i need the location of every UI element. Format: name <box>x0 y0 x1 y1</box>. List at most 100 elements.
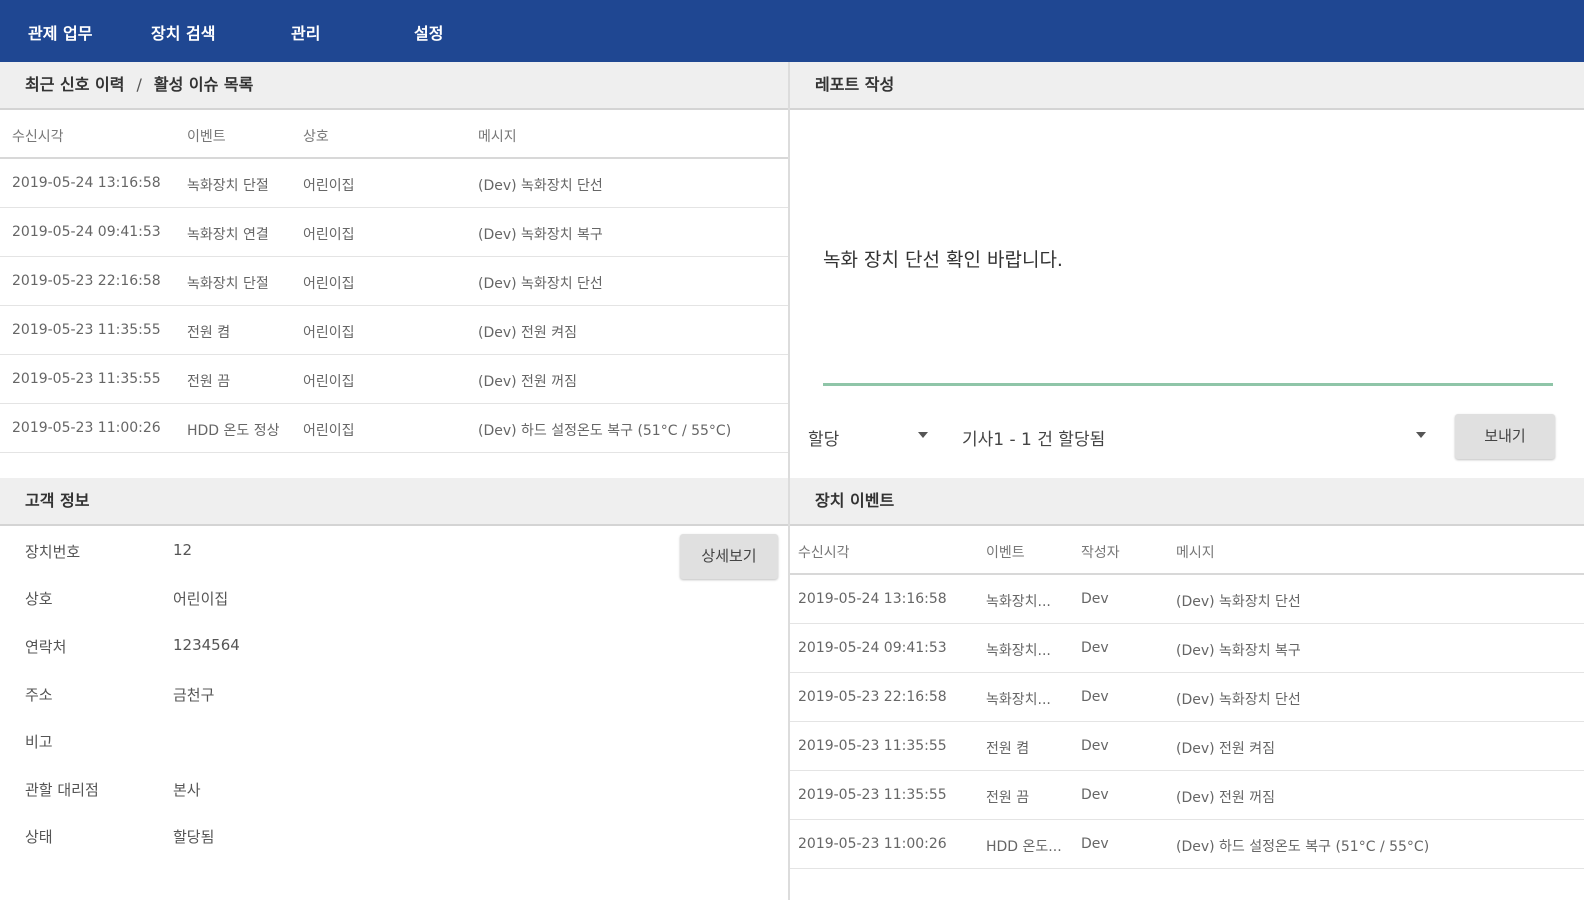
cell-event: 녹화장치... <box>986 692 1051 708</box>
device-events-table: 수신시각 이벤트 작성자 메시지 2019-05-24 13:16:58 녹화장… <box>790 526 1584 900</box>
cell-message: (Dev) 녹화장치 복구 <box>478 227 603 243</box>
cell-store: 어린이집 <box>303 423 355 439</box>
field-label-note: 비고 <box>25 733 53 751</box>
nav-item-management[interactable]: 관리 <box>291 20 320 44</box>
cell-author: Dev <box>1081 640 1109 656</box>
report-textarea[interactable]: 녹화 장치 단선 확인 바랍니다. <box>823 245 1063 272</box>
field-value-status: 할당됨 <box>173 828 215 846</box>
cell-author: Dev <box>1081 689 1109 705</box>
signals-table-header: 수신시각 이벤트 상호 메시지 <box>0 110 788 159</box>
cell-store: 어린이집 <box>303 276 355 292</box>
nav-item-monitoring[interactable]: 관제 업무 <box>28 20 92 44</box>
table-row[interactable]: 2019-05-23 22:16:58 녹화장치 단절 어린이집 (Dev) 녹… <box>0 257 788 306</box>
field-value-agency: 본사 <box>173 781 201 799</box>
device-events-title: 장치 이벤트 <box>815 491 895 510</box>
field-value-device-number: 12 <box>173 541 193 559</box>
send-button[interactable]: 보내기 <box>1455 414 1555 459</box>
table-row[interactable]: 2019-05-23 11:35:55 전원 켬 어린이집 (Dev) 전원 켜… <box>0 306 788 355</box>
table-row[interactable]: 2019-05-24 09:41:53 녹화장치 연결 어린이집 (Dev) 녹… <box>0 208 788 257</box>
cell-time: 2019-05-24 09:41:53 <box>12 224 161 240</box>
field-value-address: 금천구 <box>173 686 215 704</box>
report-type-value: 할당 <box>808 430 840 450</box>
cell-event: 녹화장치... <box>986 643 1051 659</box>
report-title: 레포트 작성 <box>815 75 895 94</box>
cell-event: 전원 켬 <box>986 741 1030 757</box>
table-row[interactable]: 2019-05-24 09:41:53 녹화장치... Dev (Dev) 녹화… <box>790 624 1584 673</box>
cell-message: (Dev) 하드 설정온도 복구 (51°C / 55°C) <box>478 423 732 439</box>
nav-item-device-search[interactable]: 장치 검색 <box>151 20 215 44</box>
breadcrumb-recent-signals[interactable]: 최근 신호 이력 <box>25 75 124 94</box>
device-events-table-header: 수신시각 이벤트 작성자 메시지 <box>790 526 1584 575</box>
field-label-agency: 관할 대리점 <box>25 781 99 799</box>
cell-message: (Dev) 녹화장치 단선 <box>1176 692 1301 708</box>
table-row[interactable]: 2019-05-23 11:00:26 HDD 온도 정상 어린이집 (Dev)… <box>0 404 788 453</box>
table-row[interactable]: 2019-05-23 11:35:55 전원 끔 Dev (Dev) 전원 꺼짐 <box>790 771 1584 820</box>
table-row[interactable]: 2019-05-24 13:16:58 녹화장치 단절 어린이집 (Dev) 녹… <box>0 159 788 208</box>
field-value-contact: 1234564 <box>173 636 240 654</box>
cell-time: 2019-05-23 11:00:26 <box>798 836 947 852</box>
cell-store: 어린이집 <box>303 325 355 341</box>
col-header-message[interactable]: 메시지 <box>1176 542 1215 562</box>
cell-time: 2019-05-23 22:16:58 <box>798 689 947 705</box>
cell-event: 녹화장치 단절 <box>187 276 269 292</box>
report-input-underline <box>823 383 1553 386</box>
table-row[interactable] <box>790 869 1584 900</box>
cell-event: HDD 온도... <box>986 839 1062 855</box>
device-events-panel-header: 장치 이벤트 <box>790 478 1584 526</box>
breadcrumb-active-issues[interactable]: 활성 이슈 목록 <box>154 75 253 94</box>
assignee-select[interactable]: 기사1 - 1 건 할당됨 <box>962 420 1428 456</box>
field-value-store: 어린이집 <box>173 590 229 608</box>
cell-time: 2019-05-23 11:35:55 <box>12 371 161 387</box>
cell-message: (Dev) 전원 꺼짐 <box>1176 790 1276 806</box>
top-nav-bar: 관제 업무 장치 검색 관리 설정 <box>0 0 1584 62</box>
table-row[interactable] <box>0 453 788 478</box>
panel-divider <box>788 62 790 900</box>
col-header-time[interactable]: 수신시각 <box>12 126 64 146</box>
col-header-message[interactable]: 메시지 <box>478 126 517 146</box>
customer-panel-header: 고객 정보 <box>0 478 788 526</box>
cell-store: 어린이집 <box>303 374 355 390</box>
breadcrumb-separator: / <box>136 75 142 94</box>
col-header-event[interactable]: 이벤트 <box>986 542 1025 562</box>
table-row[interactable]: 2019-05-23 11:35:55 전원 끔 어린이집 (Dev) 전원 꺼… <box>0 355 788 404</box>
cell-author: Dev <box>1081 836 1109 852</box>
cell-time: 2019-05-23 22:16:58 <box>12 273 161 289</box>
col-header-store[interactable]: 상호 <box>303 126 329 146</box>
cell-store: 어린이집 <box>303 178 355 194</box>
nav-item-settings[interactable]: 설정 <box>414 20 443 44</box>
cell-message: (Dev) 녹화장치 단선 <box>1176 594 1301 610</box>
detail-view-button[interactable]: 상세보기 <box>680 534 778 579</box>
table-row[interactable]: 2019-05-24 13:16:58 녹화장치... Dev (Dev) 녹화… <box>790 575 1584 624</box>
cell-time: 2019-05-23 11:35:55 <box>12 322 161 338</box>
cell-author: Dev <box>1081 738 1109 754</box>
cell-message: (Dev) 하드 설정온도 복구 (51°C / 55°C) <box>1176 839 1430 855</box>
cell-event: 녹화장치 연결 <box>187 227 269 243</box>
cell-message: (Dev) 녹화장치 단선 <box>478 276 603 292</box>
cell-time: 2019-05-24 13:16:58 <box>12 175 161 191</box>
cell-time: 2019-05-24 13:16:58 <box>798 591 947 607</box>
cell-message: (Dev) 전원 켜짐 <box>478 325 578 341</box>
customer-title: 고객 정보 <box>25 491 90 510</box>
cell-time: 2019-05-24 09:41:53 <box>798 640 947 656</box>
col-header-event[interactable]: 이벤트 <box>187 126 226 146</box>
cell-author: Dev <box>1081 787 1109 803</box>
col-header-time[interactable]: 수신시각 <box>798 542 850 562</box>
cell-event: 전원 켬 <box>187 325 231 341</box>
report-type-select[interactable]: 할당 <box>808 420 930 456</box>
cell-time: 2019-05-23 11:00:26 <box>12 420 161 436</box>
assignee-value: 기사1 - 1 건 할당됨 <box>962 430 1106 450</box>
table-row[interactable]: 2019-05-23 22:16:58 녹화장치... Dev (Dev) 녹화… <box>790 673 1584 722</box>
cell-event: 녹화장치... <box>986 594 1051 610</box>
col-header-author[interactable]: 작성자 <box>1081 542 1120 562</box>
table-row[interactable]: 2019-05-23 11:35:55 전원 켬 Dev (Dev) 전원 켜짐 <box>790 722 1584 771</box>
table-row[interactable]: 2019-05-23 11:00:26 HDD 온도... Dev (Dev) … <box>790 820 1584 869</box>
field-label-status: 상태 <box>25 828 53 846</box>
cell-event: 전원 끔 <box>986 790 1030 806</box>
cell-event: HDD 온도 정상 <box>187 423 280 439</box>
cell-time: 2019-05-23 11:35:55 <box>798 787 947 803</box>
field-label-store: 상호 <box>25 590 53 608</box>
field-label-address: 주소 <box>25 686 53 704</box>
dropdown-arrow-icon <box>1416 432 1426 438</box>
report-panel-header: 레포트 작성 <box>790 62 1584 110</box>
field-label-contact: 연락처 <box>25 638 67 656</box>
